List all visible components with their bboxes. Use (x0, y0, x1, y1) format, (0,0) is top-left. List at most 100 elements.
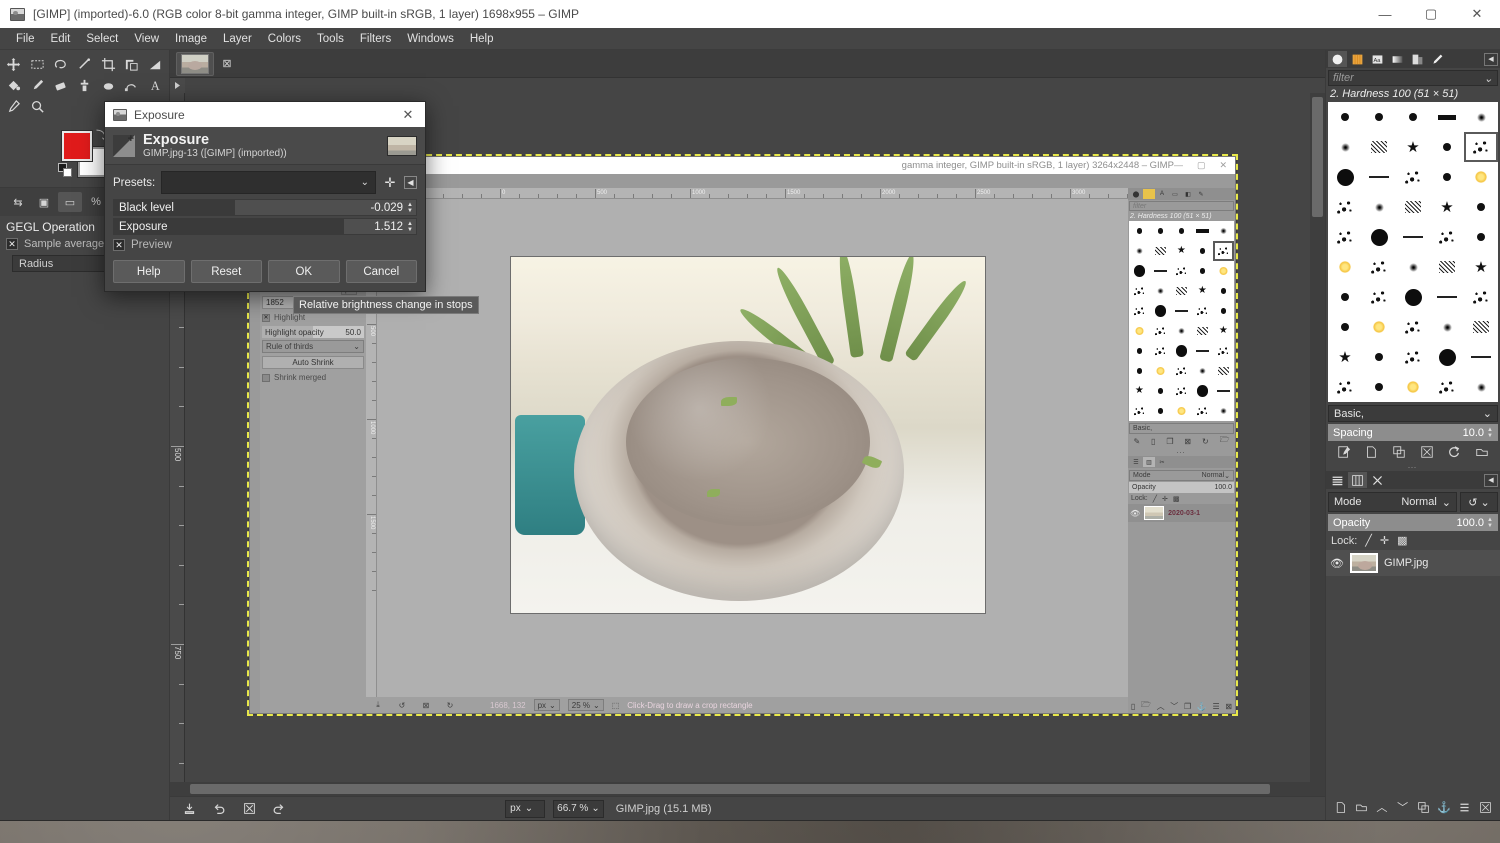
brush-cell[interactable] (1430, 102, 1464, 132)
inner-new-layer-icon[interactable]: ▯ (1131, 702, 1135, 711)
inner-refresh-brush-icon[interactable]: ↻ (1202, 437, 1209, 446)
inner-anchor-layer-icon[interactable]: ⚓ (1197, 702, 1207, 711)
brush-cell[interactable] (1430, 252, 1464, 282)
ok-button[interactable]: OK (268, 260, 340, 283)
shrink-merged-row[interactable]: Shrink merged (262, 371, 364, 384)
hscroll-thumb[interactable] (190, 784, 1270, 794)
brush-cell[interactable] (1192, 401, 1213, 421)
redo-icon[interactable] (268, 800, 290, 818)
brush-cell[interactable] (1171, 301, 1192, 321)
tab-brushes[interactable] (1328, 51, 1347, 67)
dock-menu-icon[interactable]: ◀ (1484, 53, 1498, 66)
highlight-checkbox[interactable]: ✕ (262, 314, 270, 322)
black-level-slider[interactable]: Black level -0.029 ▲▼ (113, 199, 417, 216)
help-button[interactable]: Help (113, 260, 185, 283)
inner-cancel-icon[interactable]: ⊠ (418, 699, 434, 712)
zoom-selector[interactable]: 66.7 % ⌄ (553, 800, 604, 818)
canvas-hscrollbar[interactable] (170, 782, 1325, 796)
refresh-brush-icon[interactable] (1444, 443, 1464, 461)
brush-cell[interactable] (1464, 312, 1498, 342)
brush-cell[interactable] (1150, 341, 1171, 361)
inner-unit-selector[interactable]: px⌄ (534, 699, 560, 711)
layer-mode-reset-button[interactable]: ↺ ⌄ (1460, 492, 1498, 512)
preview-row[interactable]: ✕ Preview (113, 239, 417, 251)
brush-cell[interactable] (1328, 372, 1362, 402)
layers-dock-menu-icon[interactable]: ◀ (1484, 474, 1498, 487)
brush-cell[interactable] (1396, 252, 1430, 282)
brush-cell[interactable] (1150, 241, 1171, 261)
unit-selector[interactable]: px ⌄ (505, 800, 545, 818)
brush-cell[interactable] (1150, 361, 1171, 381)
duplicate-brush-icon[interactable] (1389, 443, 1409, 461)
brush-cell[interactable] (1192, 301, 1213, 321)
brush-cell[interactable] (1396, 282, 1430, 312)
brush-cell[interactable] (1328, 222, 1362, 252)
brush-cell[interactable] (1362, 312, 1396, 342)
inner-raise-layer-icon[interactable]: ︿ (1157, 701, 1165, 712)
menu-tools[interactable]: Tools (309, 31, 352, 47)
brush-cell[interactable] (1171, 401, 1192, 421)
auto-shrink-button[interactable]: Auto Shrink (262, 356, 364, 369)
save-icon[interactable] (178, 800, 200, 818)
dock-divider[interactable]: ⋯ (1326, 463, 1500, 471)
brush-cell[interactable] (1362, 132, 1396, 162)
smudge-tool[interactable] (96, 75, 120, 96)
clone-tool[interactable] (73, 75, 97, 96)
inner-delete-layer-icon[interactable]: ⊠ (1225, 702, 1232, 711)
brush-cell[interactable] (1464, 192, 1498, 222)
anchor-layer-icon[interactable]: ⚓ (1434, 798, 1454, 816)
brush-cell[interactable] (1192, 221, 1213, 241)
brush-cell[interactable]: ★ (1328, 342, 1362, 372)
inner-tab-palettes[interactable]: ◧ (1182, 189, 1194, 199)
document-tab[interactable] (176, 52, 214, 76)
inner-brush-grid[interactable]: ★★★★ (1129, 221, 1234, 421)
new-layer-icon[interactable] (1330, 798, 1350, 816)
brush-cell[interactable] (1362, 222, 1396, 252)
menu-layer[interactable]: Layer (215, 31, 260, 47)
brush-cell[interactable] (1328, 192, 1362, 222)
layer-row[interactable]: 👁 GIMP.jpg (1326, 550, 1500, 576)
brush-cell[interactable] (1464, 102, 1498, 132)
presets-combo[interactable]: ⌄ (161, 171, 376, 194)
brush-cell[interactable]: ★ (1464, 252, 1498, 282)
inner-open-brush-icon[interactable]: 🗁 (1220, 434, 1230, 448)
brush-cell[interactable] (1171, 381, 1192, 401)
inner-lock-position-icon[interactable]: ✛ (1162, 495, 1168, 503)
brush-cell[interactable] (1430, 282, 1464, 312)
eraser-tool[interactable] (49, 75, 73, 96)
brush-cell[interactable] (1129, 221, 1150, 241)
brush-cell[interactable] (1129, 261, 1150, 281)
menu-select[interactable]: Select (78, 31, 126, 47)
brush-cell[interactable] (1129, 241, 1150, 261)
brush-cell[interactable] (1213, 241, 1234, 261)
inner-tab-tool-presets[interactable]: ✎ (1195, 189, 1207, 199)
brush-cell[interactable] (1213, 221, 1234, 241)
chevron-down-icon[interactable]: ⌄ (1484, 72, 1493, 85)
brush-cell[interactable] (1213, 281, 1234, 301)
edit-brush-icon[interactable] (1334, 443, 1354, 461)
brush-cell[interactable] (1171, 261, 1192, 281)
brush-cell[interactable] (1150, 221, 1171, 241)
brush-cell[interactable]: ★ (1171, 241, 1192, 261)
inner-zoom-selector[interactable]: 25 %⌄ (568, 699, 604, 711)
spacing-stepper[interactable]: ▲▼ (1487, 427, 1496, 439)
brush-cell[interactable] (1464, 132, 1498, 162)
brush-cell[interactable] (1464, 342, 1498, 372)
brush-cell[interactable] (1192, 321, 1213, 341)
color-picker-tool[interactable] (2, 96, 26, 117)
menu-windows[interactable]: Windows (399, 31, 462, 47)
reset-button[interactable]: Reset (191, 260, 263, 283)
layer-visibility-icon[interactable]: 👁 (1330, 557, 1344, 570)
opacity-stepper[interactable]: ▲▼ (1487, 517, 1496, 529)
brush-cell[interactable] (1213, 401, 1234, 421)
brush-cell[interactable] (1362, 372, 1396, 402)
tab-device-status[interactable]: ▣ (32, 192, 56, 212)
gradient-tool[interactable] (143, 54, 167, 75)
brush-cell[interactable] (1430, 162, 1464, 192)
brush-cell[interactable] (1362, 342, 1396, 372)
brush-cell[interactable] (1129, 341, 1150, 361)
brush-cell[interactable] (1396, 192, 1430, 222)
spacing-slider[interactable]: Spacing 10.0 ▲▼ (1328, 424, 1498, 441)
open-brush-icon[interactable] (1472, 443, 1492, 461)
brush-cell[interactable] (1362, 162, 1396, 192)
